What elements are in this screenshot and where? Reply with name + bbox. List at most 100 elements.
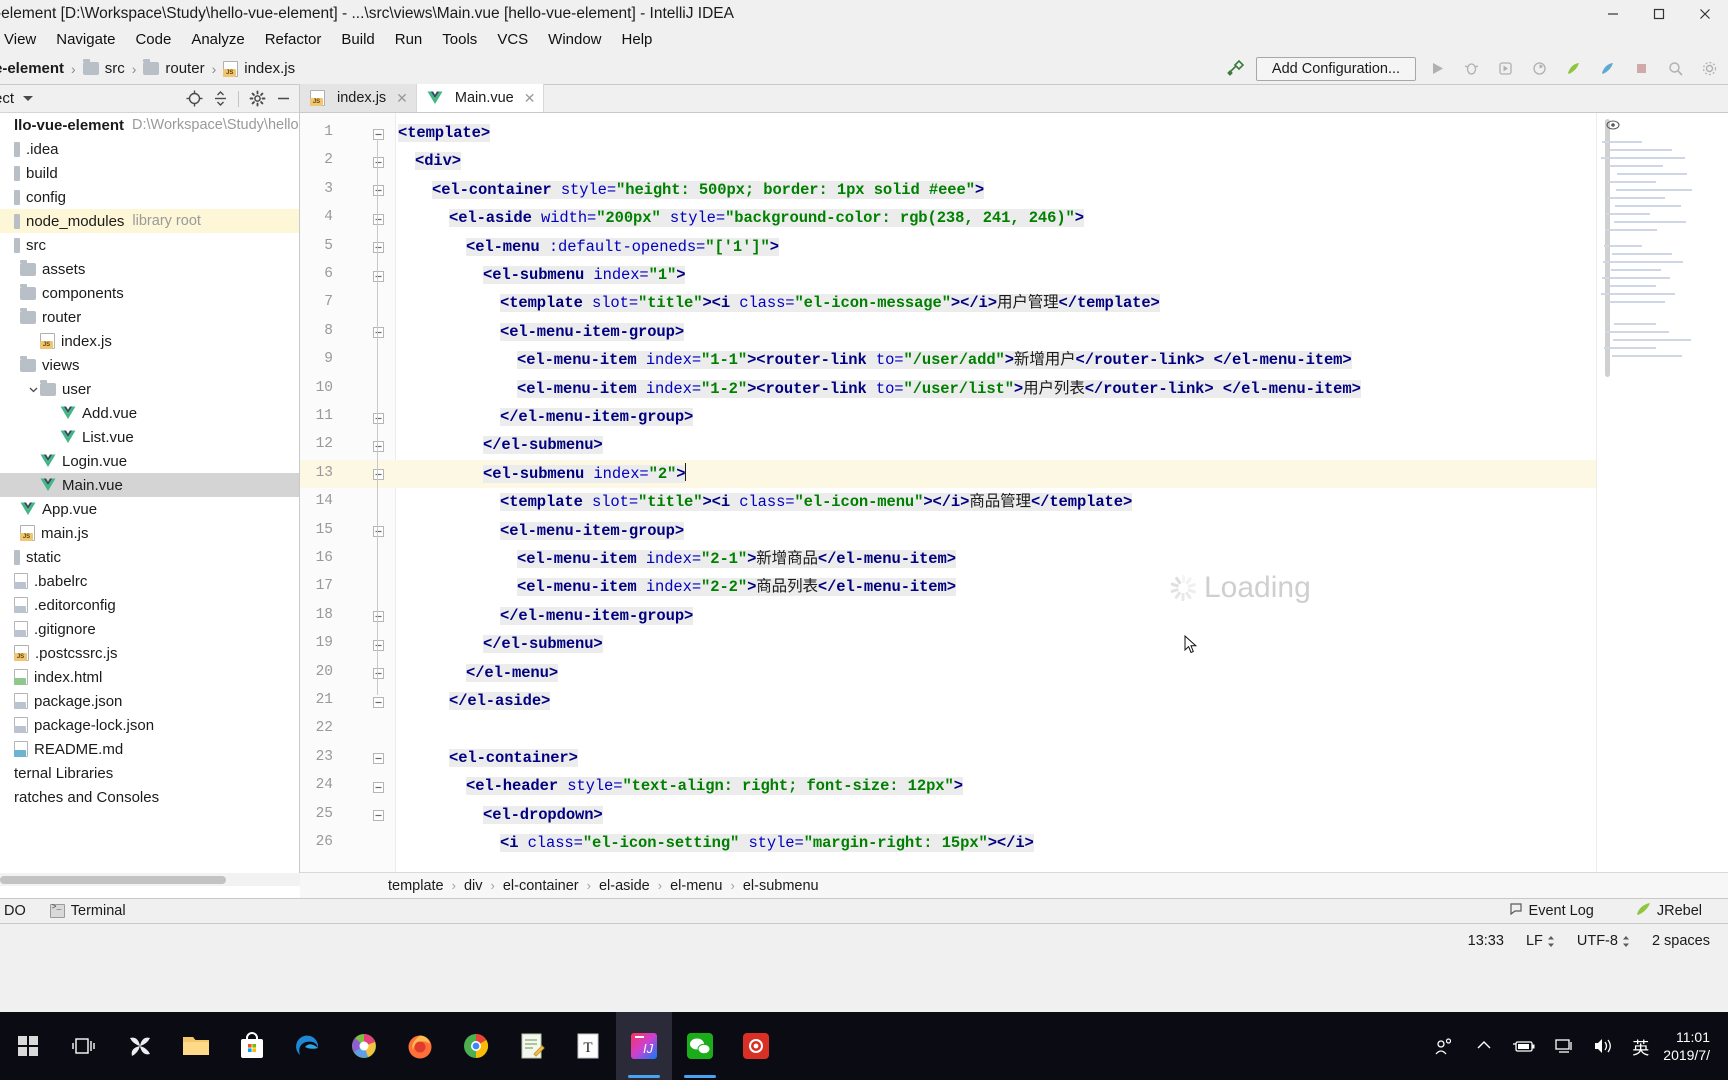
tree-item-src[interactable]: src	[0, 233, 299, 257]
recorder-app-icon[interactable]	[728, 1012, 784, 1080]
settings-icon[interactable]	[1696, 56, 1722, 82]
code-line[interactable]: <el-header style="text-align: right; fon…	[396, 772, 963, 800]
menu-navigate[interactable]: Navigate	[46, 27, 125, 53]
navbar-crumb-src[interactable]: src	[82, 59, 125, 77]
tree-item-login-vue[interactable]: Login.vue	[0, 449, 299, 473]
code-line[interactable]: <el-menu-item-group>	[396, 517, 684, 545]
tree-item-assets[interactable]: assets	[0, 257, 299, 281]
status-line-separator[interactable]: LF	[1526, 933, 1555, 949]
code-line[interactable]: </el-menu-item-group>	[396, 602, 693, 630]
breadcrumb-item-div[interactable]: div	[464, 878, 483, 894]
breadcrumb-item-el-container[interactable]: el-container	[503, 878, 579, 894]
menu-code[interactable]: Code	[125, 27, 181, 53]
code-editor[interactable]: 1 2 3 4 5 6 7 8 9 10 11 12 13 14 15 16 17 18 19 20 21 22 23 24 2…	[300, 113, 1728, 886]
navbar-crumb-e-element[interactable]: e-element	[0, 60, 64, 77]
fold-collapse-icon[interactable]	[372, 327, 384, 339]
project-horizontal-scrollbar[interactable]	[0, 873, 300, 886]
code-line[interactable]: <el-menu-item index="1-1"><router-link t…	[396, 346, 1352, 374]
tree-item-readme-md[interactable]: README.md	[0, 737, 299, 761]
status-encoding[interactable]: UTF-8	[1577, 933, 1630, 949]
project-tree[interactable]: llo-vue-element D:\Workspace\Study\hello-…	[0, 113, 299, 872]
breadcrumb-item-el-aside[interactable]: el-aside	[599, 878, 650, 894]
tree-item-index-js[interactable]: index.js	[0, 329, 299, 353]
code-line[interactable]: <el-menu-item index="2-1">新增商品</el-menu-…	[396, 545, 956, 573]
locate-icon[interactable]	[182, 87, 206, 111]
build-hammer-icon[interactable]	[1222, 56, 1248, 82]
run-with-coverage-icon[interactable]	[1492, 56, 1518, 82]
fold-collapse-icon[interactable]	[372, 526, 384, 538]
fold-end-icon[interactable]	[372, 412, 384, 424]
fold-end-icon[interactable]	[372, 696, 384, 708]
code-line[interactable]: </el-submenu>	[396, 630, 603, 658]
tree-item-components[interactable]: components	[0, 281, 299, 305]
code-line[interactable]	[396, 715, 398, 743]
fan-app-icon[interactable]	[112, 1012, 168, 1080]
tree-item-ratches-and-consoles[interactable]: ratches and Consoles	[0, 785, 299, 809]
tree-item-add-vue[interactable]: Add.vue	[0, 401, 299, 425]
hide-icon[interactable]	[271, 87, 295, 111]
menu-view[interactable]: View	[0, 27, 46, 53]
microsoft-store-icon[interactable]	[224, 1012, 280, 1080]
add-configuration-button[interactable]: Add Configuration...	[1256, 56, 1416, 81]
code-line[interactable]: <el-submenu index="1">	[396, 261, 686, 289]
tree-item-package-lock-json[interactable]: package-lock.json	[0, 713, 299, 737]
tree-item-build[interactable]: build	[0, 161, 299, 185]
fold-collapse-icon[interactable]	[372, 270, 384, 282]
fold-collapse-icon[interactable]	[372, 185, 384, 197]
minimize-button[interactable]	[1590, 0, 1636, 27]
code-line[interactable]: <div>	[396, 147, 461, 175]
tree-item-llo-vue-element[interactable]: llo-vue-element D:\Workspace\Study\hello-	[0, 113, 299, 137]
tree-item-package-json[interactable]: package.json	[0, 689, 299, 713]
code-line[interactable]: </el-menu-item-group>	[396, 403, 693, 431]
task-view-icon[interactable]	[56, 1012, 112, 1080]
editor-code-area[interactable]: <template> <div> <el-container style="heig…	[396, 113, 1728, 886]
tree-item-main-js[interactable]: main.js	[0, 521, 299, 545]
jrebel-debug-icon[interactable]	[1594, 56, 1620, 82]
chevron-down-icon[interactable]	[26, 385, 40, 394]
tree-item-user[interactable]: user	[0, 377, 299, 401]
tree-item-app-vue[interactable]: App.vue	[0, 497, 299, 521]
menu-analyze[interactable]: Analyze	[181, 27, 254, 53]
fold-collapse-icon[interactable]	[372, 753, 384, 765]
tree-item--idea[interactable]: .idea	[0, 137, 299, 161]
breadcrumb-item-el-submenu[interactable]: el-submenu	[743, 878, 819, 894]
fold-end-icon[interactable]	[372, 611, 384, 623]
menu-refactor[interactable]: Refactor	[255, 27, 332, 53]
wechat-app-icon[interactable]	[672, 1012, 728, 1080]
intellij-idea-icon[interactable]: IJ	[616, 1012, 672, 1080]
chevron-down-icon[interactable]	[23, 96, 34, 101]
tree-item-router[interactable]: router	[0, 305, 299, 329]
code-line[interactable]: <el-container style="height: 500px; bord…	[396, 176, 984, 204]
debug-icon[interactable]	[1458, 56, 1484, 82]
code-line[interactable]: </el-submenu>	[396, 431, 603, 459]
code-line[interactable]: <el-submenu index="2">	[396, 460, 687, 488]
menu-window[interactable]: Window	[538, 27, 611, 53]
people-icon[interactable]	[1424, 1012, 1464, 1080]
fold-end-icon[interactable]	[372, 668, 384, 680]
code-line[interactable]: <i class="el-icon-setting" style="margin…	[396, 829, 1034, 857]
breadcrumb-item-el-menu[interactable]: el-menu	[670, 878, 722, 894]
code-line[interactable]: <el-menu :default-openeds="['1']">	[396, 233, 779, 261]
fold-collapse-icon[interactable]	[372, 242, 384, 254]
tree-item-index-html[interactable]: index.html	[0, 665, 299, 689]
close-icon[interactable]: ✕	[396, 90, 408, 107]
notepad-app-icon[interactable]	[504, 1012, 560, 1080]
show-hidden-icons-icon[interactable]	[1464, 1012, 1504, 1080]
tree-item--editorconfig[interactable]: .editorconfig	[0, 593, 299, 617]
tree-item-ternal-libraries[interactable]: ternal Libraries	[0, 761, 299, 785]
gear-icon[interactable]	[245, 87, 269, 111]
scrollbar-thumb[interactable]	[0, 876, 226, 884]
editor-tab-main-vue[interactable]: Main.vue ✕	[416, 84, 545, 112]
chromium-browser-icon[interactable]	[336, 1012, 392, 1080]
close-button[interactable]	[1682, 0, 1728, 27]
tree-item-views[interactable]: views	[0, 353, 299, 377]
battery-icon[interactable]	[1504, 1012, 1544, 1080]
collapse-all-icon[interactable]	[208, 87, 232, 111]
fold-collapse-icon[interactable]	[372, 469, 384, 481]
navbar-crumb-index-js[interactable]: index.js	[223, 60, 295, 77]
editor-minimap[interactable]	[1596, 113, 1728, 886]
volume-icon[interactable]	[1584, 1012, 1624, 1080]
code-line[interactable]: <el-container>	[396, 744, 578, 772]
code-line[interactable]: <template slot="title"><i class="el-icon…	[396, 488, 1132, 516]
fold-collapse-icon[interactable]	[372, 128, 384, 140]
